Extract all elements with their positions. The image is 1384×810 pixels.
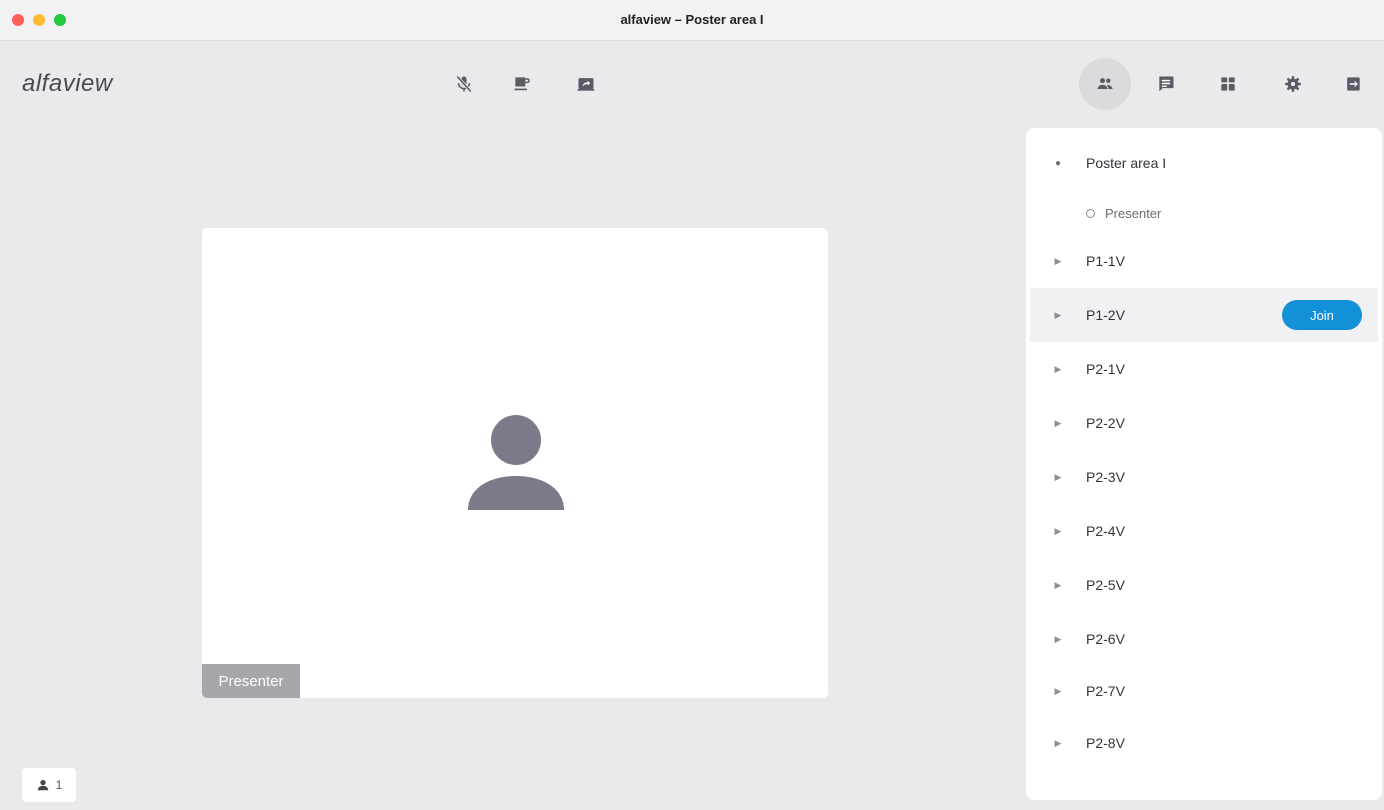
room-item[interactable]: ▶ P2-4V bbox=[1030, 504, 1378, 558]
room-name: P2-7V bbox=[1086, 683, 1125, 699]
room-item[interactable]: ▶ P2-2V bbox=[1030, 396, 1378, 450]
expand-arrow-icon[interactable]: ▶ bbox=[1030, 580, 1086, 591]
app-logo: alfaview bbox=[22, 70, 113, 97]
settings-gear-icon bbox=[1285, 76, 1301, 92]
expand-arrow-icon[interactable]: ▶ bbox=[1030, 472, 1086, 483]
exit-icon bbox=[1347, 77, 1360, 91]
chat-icon bbox=[1159, 76, 1174, 92]
chat-button[interactable] bbox=[1148, 66, 1184, 102]
participant-count[interactable]: 1 bbox=[22, 768, 76, 802]
expand-arrow-icon[interactable]: ▶ bbox=[1030, 526, 1086, 537]
rooms-button[interactable] bbox=[1210, 66, 1246, 102]
video-tile[interactable]: Presenter bbox=[202, 228, 828, 698]
title-bar: alfaview – Poster area I bbox=[0, 0, 1384, 41]
mic-muted-icon bbox=[456, 75, 472, 93]
expand-arrow-icon[interactable]: ▶ bbox=[1030, 364, 1086, 375]
expand-arrow-icon[interactable]: ▶ bbox=[1030, 634, 1086, 645]
room-name: P2-2V bbox=[1086, 415, 1125, 431]
room-name: P2-5V bbox=[1086, 577, 1125, 593]
room-name: P2-1V bbox=[1086, 361, 1125, 377]
leave-button[interactable] bbox=[1335, 66, 1371, 102]
room-name: P2-4V bbox=[1086, 523, 1125, 539]
user-avatar-icon bbox=[468, 415, 564, 510]
room-item[interactable]: ▶ P2-7V bbox=[1030, 664, 1378, 718]
participant-count-value: 1 bbox=[55, 778, 63, 792]
room-member[interactable]: Presenter bbox=[1030, 186, 1378, 240]
current-room[interactable]: ● Poster area I bbox=[1030, 136, 1378, 190]
window-title: alfaview – Poster area I bbox=[620, 12, 764, 27]
expand-arrow-icon[interactable]: ▶ bbox=[1030, 256, 1086, 267]
room-item[interactable]: ▶ P1-2V Join bbox=[1030, 288, 1378, 342]
room-name: P1-1V bbox=[1086, 253, 1125, 269]
room-item[interactable]: ▶ P2-6V bbox=[1030, 612, 1378, 666]
rooms-grid-icon bbox=[1221, 77, 1235, 91]
room-name: P2-6V bbox=[1086, 631, 1125, 647]
room-member-name: Presenter bbox=[1105, 205, 1162, 221]
rooms-panel: ● Poster area I Presenter ▶ P1-1V ▶ P1-2… bbox=[1026, 128, 1382, 800]
person-icon bbox=[37, 780, 48, 791]
room-item[interactable]: ▶ P1-1V bbox=[1030, 234, 1378, 288]
mute-button[interactable] bbox=[446, 66, 482, 102]
expand-arrow-icon[interactable]: ▶ bbox=[1030, 686, 1086, 697]
coffee-icon bbox=[514, 77, 530, 91]
expand-arrow-icon[interactable]: ▶ bbox=[1030, 738, 1086, 749]
expand-arrow-icon[interactable]: ▶ bbox=[1030, 418, 1086, 429]
room-item[interactable]: ▶ P2-3V bbox=[1030, 450, 1378, 504]
room-item[interactable]: ▶ P2-5V bbox=[1030, 558, 1378, 612]
expand-arrow-icon[interactable]: ▶ bbox=[1030, 310, 1086, 321]
join-button[interactable]: Join bbox=[1282, 300, 1362, 330]
screen-share-button[interactable] bbox=[568, 66, 604, 102]
current-room-name: Poster area I bbox=[1086, 155, 1167, 171]
room-name: P2-3V bbox=[1086, 469, 1125, 485]
room-item[interactable]: ▶ P2-8V bbox=[1030, 716, 1378, 770]
participants-icon bbox=[1097, 78, 1113, 89]
room-name: P2-8V bbox=[1086, 735, 1125, 751]
coffee-break-button[interactable] bbox=[504, 66, 540, 102]
room-item[interactable]: ▶ P2-1V bbox=[1030, 342, 1378, 396]
screen-share-icon bbox=[577, 78, 595, 91]
member-status-icon bbox=[1086, 208, 1095, 218]
participants-button[interactable] bbox=[1079, 58, 1131, 110]
current-room-dot-icon: ● bbox=[1054, 157, 1062, 169]
settings-button[interactable] bbox=[1275, 66, 1311, 102]
tile-name-label: Presenter bbox=[202, 664, 300, 698]
